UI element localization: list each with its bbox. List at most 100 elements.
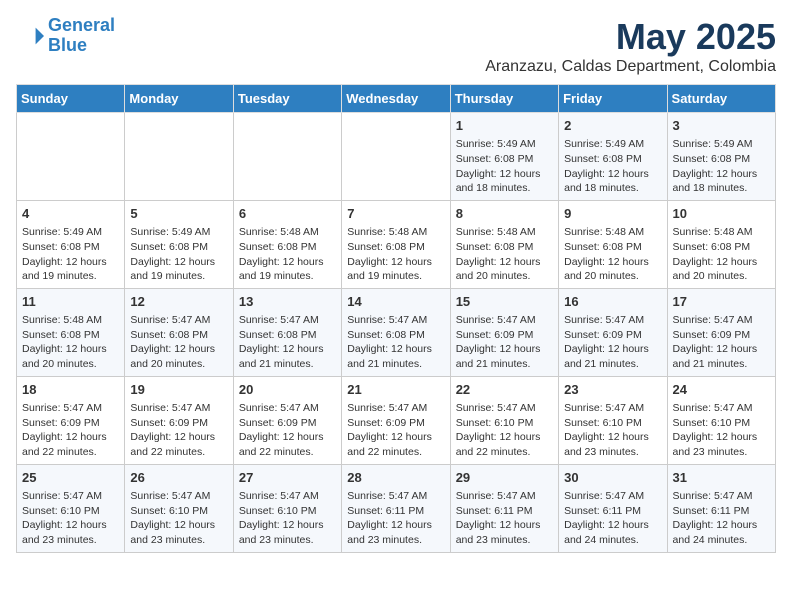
cell-content: Sunrise: 5:48 AM	[22, 313, 119, 328]
cell-content: Daylight: 12 hours and 18 minutes.	[673, 167, 770, 196]
day-header-monday: Monday	[125, 85, 233, 113]
cell-content: Sunrise: 5:47 AM	[239, 489, 336, 504]
calendar-cell: 22Sunrise: 5:47 AMSunset: 6:10 PMDayligh…	[450, 376, 558, 464]
cell-content: Sunrise: 5:47 AM	[456, 313, 553, 328]
cell-content: Daylight: 12 hours and 21 minutes.	[456, 342, 553, 371]
calendar-cell: 4Sunrise: 5:49 AMSunset: 6:08 PMDaylight…	[17, 200, 125, 288]
calendar-cell: 16Sunrise: 5:47 AMSunset: 6:09 PMDayligh…	[559, 288, 667, 376]
cell-content: Sunrise: 5:47 AM	[130, 489, 227, 504]
calendar-cell: 1Sunrise: 5:49 AMSunset: 6:08 PMDaylight…	[450, 113, 558, 201]
cell-content: Daylight: 12 hours and 19 minutes.	[130, 255, 227, 284]
cell-content: Daylight: 12 hours and 20 minutes.	[130, 342, 227, 371]
cell-content: Sunrise: 5:47 AM	[347, 489, 444, 504]
calendar-cell	[342, 113, 450, 201]
cell-content: Sunrise: 5:47 AM	[456, 489, 553, 504]
cell-content: Sunrise: 5:49 AM	[456, 137, 553, 152]
cell-content: Sunrise: 5:47 AM	[130, 313, 227, 328]
calendar-cell: 19Sunrise: 5:47 AMSunset: 6:09 PMDayligh…	[125, 376, 233, 464]
day-header-sunday: Sunday	[17, 85, 125, 113]
calendar-body: 1Sunrise: 5:49 AMSunset: 6:08 PMDaylight…	[17, 113, 776, 553]
calendar-cell: 26Sunrise: 5:47 AMSunset: 6:10 PMDayligh…	[125, 464, 233, 552]
calendar-cell: 7Sunrise: 5:48 AMSunset: 6:08 PMDaylight…	[342, 200, 450, 288]
calendar-cell: 10Sunrise: 5:48 AMSunset: 6:08 PMDayligh…	[667, 200, 775, 288]
cell-content: Daylight: 12 hours and 19 minutes.	[239, 255, 336, 284]
cell-content: Sunset: 6:08 PM	[347, 328, 444, 343]
day-header-tuesday: Tuesday	[233, 85, 341, 113]
cell-content: Daylight: 12 hours and 23 minutes.	[347, 518, 444, 547]
cell-content: Sunrise: 5:47 AM	[673, 401, 770, 416]
cell-content: Daylight: 12 hours and 21 minutes.	[673, 342, 770, 371]
cell-content: Sunset: 6:09 PM	[22, 416, 119, 431]
calendar-cell: 30Sunrise: 5:47 AMSunset: 6:11 PMDayligh…	[559, 464, 667, 552]
cell-content: Daylight: 12 hours and 21 minutes.	[347, 342, 444, 371]
day-number: 30	[564, 469, 661, 487]
day-header-friday: Friday	[559, 85, 667, 113]
calendar-cell: 21Sunrise: 5:47 AMSunset: 6:09 PMDayligh…	[342, 376, 450, 464]
title-area: May 2025 Aranzazu, Caldas Department, Co…	[485, 16, 776, 76]
day-number: 6	[239, 205, 336, 223]
cell-content: Daylight: 12 hours and 19 minutes.	[347, 255, 444, 284]
cell-content: Sunrise: 5:49 AM	[22, 225, 119, 240]
calendar-cell: 13Sunrise: 5:47 AMSunset: 6:08 PMDayligh…	[233, 288, 341, 376]
calendar-cell: 20Sunrise: 5:47 AMSunset: 6:09 PMDayligh…	[233, 376, 341, 464]
day-number: 16	[564, 293, 661, 311]
calendar-cell	[17, 113, 125, 201]
cell-content: Daylight: 12 hours and 22 minutes.	[456, 430, 553, 459]
cell-content: Daylight: 12 hours and 20 minutes.	[564, 255, 661, 284]
cell-content: Sunset: 6:08 PM	[456, 240, 553, 255]
cell-content: Sunset: 6:11 PM	[456, 504, 553, 519]
header: General Blue May 2025 Aranzazu, Caldas D…	[16, 16, 776, 76]
cell-content: Sunset: 6:08 PM	[22, 328, 119, 343]
day-number: 19	[130, 381, 227, 399]
day-number: 1	[456, 117, 553, 135]
cell-content: Daylight: 12 hours and 23 minutes.	[456, 518, 553, 547]
calendar-cell: 3Sunrise: 5:49 AMSunset: 6:08 PMDaylight…	[667, 113, 775, 201]
cell-content: Sunset: 6:09 PM	[673, 328, 770, 343]
cell-content: Sunrise: 5:47 AM	[22, 401, 119, 416]
cell-content: Sunset: 6:10 PM	[22, 504, 119, 519]
calendar-cell: 5Sunrise: 5:49 AMSunset: 6:08 PMDaylight…	[125, 200, 233, 288]
day-number: 25	[22, 469, 119, 487]
calendar-week-5: 25Sunrise: 5:47 AMSunset: 6:10 PMDayligh…	[17, 464, 776, 552]
cell-content: Sunrise: 5:47 AM	[347, 313, 444, 328]
cell-content: Daylight: 12 hours and 24 minutes.	[564, 518, 661, 547]
logo-text: General Blue	[48, 16, 115, 56]
day-number: 21	[347, 381, 444, 399]
cell-content: Sunset: 6:09 PM	[347, 416, 444, 431]
cell-content: Sunset: 6:08 PM	[456, 152, 553, 167]
cell-content: Sunset: 6:11 PM	[564, 504, 661, 519]
cell-content: Daylight: 12 hours and 19 minutes.	[22, 255, 119, 284]
day-number: 26	[130, 469, 227, 487]
cell-content: Sunset: 6:09 PM	[239, 416, 336, 431]
cell-content: Sunset: 6:08 PM	[564, 152, 661, 167]
calendar-cell: 15Sunrise: 5:47 AMSunset: 6:09 PMDayligh…	[450, 288, 558, 376]
logo-icon	[16, 22, 44, 50]
day-number: 4	[22, 205, 119, 223]
logo: General Blue	[16, 16, 115, 56]
day-number: 24	[673, 381, 770, 399]
cell-content: Sunset: 6:11 PM	[673, 504, 770, 519]
cell-content: Daylight: 12 hours and 22 minutes.	[239, 430, 336, 459]
cell-content: Sunrise: 5:49 AM	[564, 137, 661, 152]
day-header-saturday: Saturday	[667, 85, 775, 113]
day-number: 2	[564, 117, 661, 135]
cell-content: Sunset: 6:08 PM	[239, 328, 336, 343]
cell-content: Sunset: 6:10 PM	[673, 416, 770, 431]
calendar-cell	[233, 113, 341, 201]
day-number: 5	[130, 205, 227, 223]
cell-content: Sunrise: 5:48 AM	[239, 225, 336, 240]
day-number: 29	[456, 469, 553, 487]
calendar-cell: 9Sunrise: 5:48 AMSunset: 6:08 PMDaylight…	[559, 200, 667, 288]
cell-content: Sunrise: 5:47 AM	[239, 313, 336, 328]
day-header-thursday: Thursday	[450, 85, 558, 113]
main-title: May 2025	[485, 16, 776, 58]
calendar-cell: 18Sunrise: 5:47 AMSunset: 6:09 PMDayligh…	[17, 376, 125, 464]
cell-content: Daylight: 12 hours and 23 minutes.	[22, 518, 119, 547]
day-number: 17	[673, 293, 770, 311]
cell-content: Sunset: 6:08 PM	[239, 240, 336, 255]
day-number: 31	[673, 469, 770, 487]
cell-content: Daylight: 12 hours and 23 minutes.	[673, 430, 770, 459]
cell-content: Sunset: 6:09 PM	[564, 328, 661, 343]
cell-content: Sunrise: 5:48 AM	[564, 225, 661, 240]
cell-content: Daylight: 12 hours and 22 minutes.	[22, 430, 119, 459]
